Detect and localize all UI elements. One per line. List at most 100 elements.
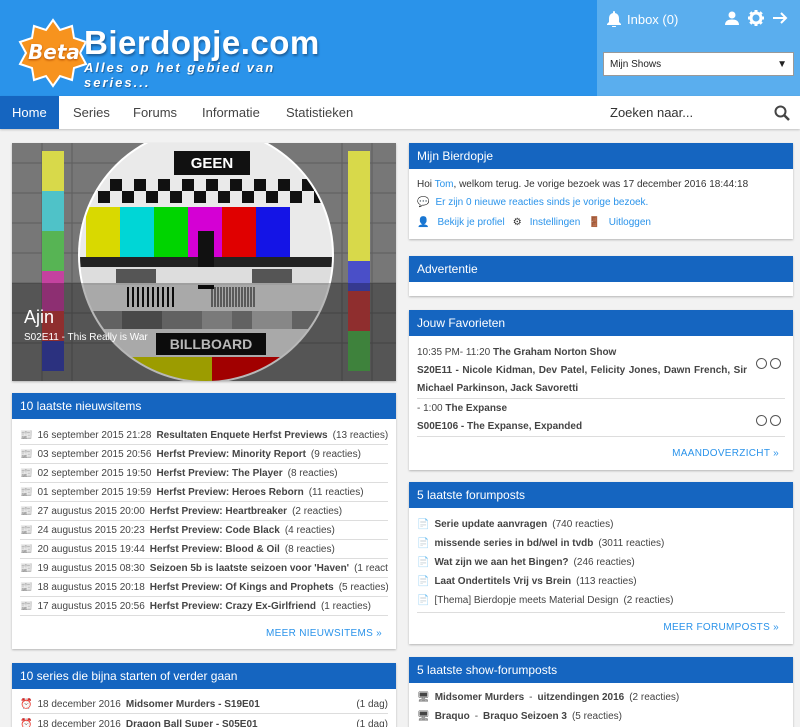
- document-icon: 📄: [417, 595, 430, 606]
- user-icons: [724, 10, 788, 26]
- document-icon: 📄: [417, 576, 430, 587]
- logout-link[interactable]: Uitloggen: [609, 217, 651, 228]
- settings-link[interactable]: Instellingen: [530, 217, 581, 228]
- nav-series[interactable]: Series: [61, 96, 122, 129]
- search-input[interactable]: Zoeken naar...: [610, 96, 693, 129]
- news-item[interactable]: 📰 01 september 2015 19:59 Herfst Preview:…: [20, 483, 388, 502]
- newspaper-icon: 📰: [20, 448, 33, 460]
- news-item[interactable]: 📰 27 augustus 2015 20:00 Herfst Preview: …: [20, 502, 388, 521]
- watched-toggle[interactable]: [756, 358, 767, 369]
- news-item[interactable]: 📰 03 september 2015 20:56 Herfst Preview:…: [20, 445, 388, 464]
- newspaper-icon: 📰: [20, 562, 33, 574]
- upcoming-card: 10 series die bijna starten of verder ga…: [12, 663, 396, 727]
- list-item[interactable]: ⏰ 18 december 2016 Dragon Ball Super - S0…: [20, 715, 388, 727]
- news-item[interactable]: 📰 17 augustus 2015 20:56 Herfst Preview: …: [20, 597, 388, 616]
- site-header: Beta Bierdopje.com Alles op het gebied v…: [0, 0, 800, 96]
- favorite-item[interactable]: - 1:00 The Expanse S00E106 - The Expanse…: [417, 400, 747, 436]
- news-card: 10 laatste nieuwsitems 📰 16 september 20…: [12, 393, 396, 649]
- dropdown-arrow-icon: ▼: [777, 58, 787, 70]
- newspaper-icon: 📰: [20, 429, 33, 441]
- site-tagline: Alles op het gebied van series...: [84, 60, 276, 90]
- forum-item[interactable]: 📄 Laat Ondertitels Vrij vs Brein (113 reac…: [417, 572, 785, 591]
- favorites-heading: Jouw Favorieten: [409, 310, 793, 336]
- news-item[interactable]: 📰 02 september 2015 19:50 Herfst Preview:…: [20, 464, 388, 483]
- news-item[interactable]: 📰 18 augustus 2015 20:18 Herfst Preview: …: [20, 578, 388, 597]
- new-reactions[interactable]: 💬 Er zijn 0 nieuwe reacties sinds je vor…: [417, 197, 648, 208]
- my-shows-select[interactable]: Mijn Shows ▼: [603, 52, 794, 76]
- show-forum-item[interactable]: 🖥 Braquo - Braquo Seizoen 3 (5 reacties): [417, 707, 785, 726]
- advert-card: Advertentie: [409, 256, 793, 296]
- list-item[interactable]: ⏰ 18 december 2016 Midsomer Murders - S19…: [20, 695, 388, 714]
- nav-forums[interactable]: Forums: [121, 96, 189, 129]
- newspaper-icon: 📰: [20, 505, 33, 517]
- forum-item[interactable]: 📄 [Thema] Bierdopje meets Material Design…: [417, 591, 785, 610]
- show-forum-heading: 5 laatste show-forumposts: [409, 657, 793, 683]
- favorites-card: Jouw Favorieten 10:35 PM- 11:20 The Grah…: [409, 310, 793, 470]
- news-item[interactable]: 📰 20 augustus 2015 19:44 Herfst Preview: …: [20, 540, 388, 559]
- forum-heading: 5 laatste forumposts: [409, 482, 793, 508]
- forum-item[interactable]: 📄 Serie update aanvragen (740 reacties): [417, 515, 785, 534]
- show-forum-card: 5 laatste show-forumposts 🖥 Midsomer Murd…: [409, 657, 793, 727]
- user-panel: Inbox (0) Mijn Shows ▼: [597, 0, 800, 96]
- more-forum-link[interactable]: MEER FORUMPOSTS »: [663, 622, 779, 633]
- account-links: 👤 Bekijk je profiel ⚙ Instellingen 🚪 Uitlog…: [417, 217, 651, 228]
- beta-badge: Beta: [18, 18, 88, 88]
- news-heading: 10 laatste nieuwsitems: [12, 393, 396, 419]
- site-name: Bierdopje.com: [84, 24, 320, 61]
- user-link[interactable]: Tom: [435, 179, 454, 190]
- my-bierdopje-card: Mijn Bierdopje Hoi Tom, welkom terug. Je…: [409, 143, 793, 239]
- news-item[interactable]: 📰 24 augustus 2015 20:23 Herfst Preview: …: [20, 521, 388, 540]
- news-item[interactable]: 📰 19 augustus 2015 08:30 Seizoen 5b is la…: [20, 559, 388, 578]
- document-icon: 📄: [417, 519, 430, 530]
- watched-toggle[interactable]: [756, 415, 767, 426]
- inbox-label: Inbox (0): [627, 11, 679, 27]
- bell-icon: [607, 11, 621, 27]
- document-icon: 📄: [417, 538, 430, 549]
- month-overview-link[interactable]: MAANDOVERZICHT »: [672, 448, 779, 459]
- seen-toggle[interactable]: [770, 358, 781, 369]
- my-shows-value: Mijn Shows: [610, 58, 662, 70]
- gear-icon: ⚙: [512, 217, 522, 228]
- show-forum-item[interactable]: 🖥 Midsomer Murders - uitzendingen 2016 (2 re…: [417, 688, 785, 707]
- newspaper-icon: 📰: [20, 543, 33, 555]
- profile-link[interactable]: Bekijk je profiel: [437, 217, 504, 228]
- site-logo[interactable]: Beta Bierdopje.com Alles op het gebied v…: [18, 14, 338, 90]
- alarm-clock-icon: ⏰: [20, 718, 33, 727]
- profile-icon: 👤: [417, 217, 430, 228]
- monitor-icon: 🖥: [417, 711, 430, 722]
- logout-icon: 🚪: [588, 217, 601, 228]
- logout-arrow-icon[interactable]: [772, 10, 788, 26]
- search-icon[interactable]: [774, 105, 790, 121]
- svg-text:GEEN: GEEN: [191, 155, 234, 172]
- test-pattern-image: GEEN BILLBOARD: [12, 143, 396, 381]
- newspaper-icon: 📰: [20, 600, 33, 612]
- featured-episode[interactable]: GEEN BILLBOARD Ajin S02E11 - This Really…: [12, 143, 396, 381]
- favorite-item[interactable]: 10:35 PM- 11:20 The Graham Norton Show S…: [417, 344, 747, 398]
- forum-item[interactable]: 📄 missende series in bd/wel in tvdb (3011 …: [417, 534, 785, 553]
- user-icon[interactable]: [724, 10, 740, 26]
- nav-informatie[interactable]: Informatie: [190, 96, 272, 129]
- document-icon: 📄: [417, 557, 430, 568]
- featured-title[interactable]: Ajin: [24, 307, 54, 328]
- seen-toggle[interactable]: [770, 415, 781, 426]
- forum-item[interactable]: 📄 Wat zijn we aan het Bingen? (246 reactie…: [417, 553, 785, 572]
- main-nav: Home Series Forums Informatie Statistiek…: [0, 96, 800, 129]
- more-news-link[interactable]: MEER NIEUWSITEMS »: [266, 628, 382, 639]
- newspaper-icon: 📰: [20, 467, 33, 479]
- forum-card: 5 laatste forumposts 📄 Serie update aanvr…: [409, 482, 793, 644]
- gear-icon[interactable]: [748, 10, 764, 26]
- watch-toggles: [753, 415, 781, 429]
- monitor-icon: 🖥: [417, 692, 430, 703]
- newspaper-icon: 📰: [20, 486, 33, 498]
- inbox-link[interactable]: Inbox (0): [607, 10, 678, 28]
- nav-statistieken[interactable]: Statistieken: [274, 96, 365, 129]
- comment-icon: 💬: [417, 197, 430, 208]
- divider: [417, 612, 785, 613]
- upcoming-heading: 10 series die bijna starten of verder ga…: [12, 663, 396, 689]
- divider: [417, 398, 785, 399]
- nav-home[interactable]: Home: [0, 96, 59, 129]
- featured-subtitle: S02E11 - This Really is War: [24, 332, 148, 343]
- my-bierdopje-heading: Mijn Bierdopje: [409, 143, 793, 169]
- news-item[interactable]: 📰 16 september 2015 21:28 Resultaten Enqu…: [20, 426, 388, 445]
- divider: [417, 436, 785, 437]
